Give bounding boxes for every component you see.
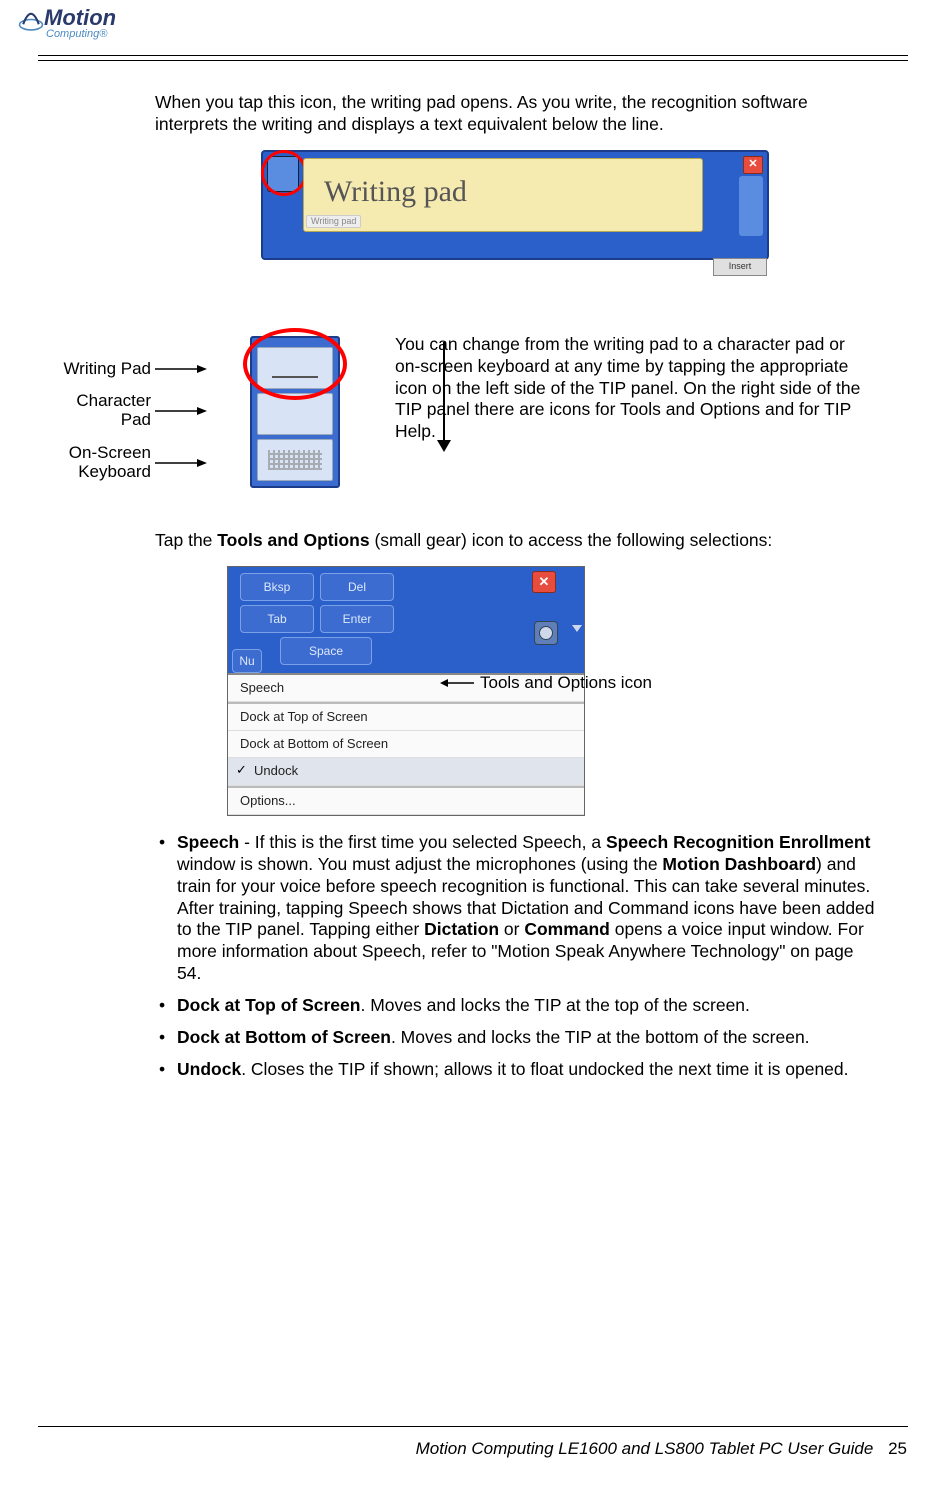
keyboard-mode-icon[interactable] — [257, 439, 333, 481]
footer-title: Motion Computing LE1600 and LS800 Tablet… — [416, 1439, 874, 1458]
highlight-circle — [261, 150, 307, 196]
highlight-circle-large — [243, 328, 347, 400]
arrow-right-icon — [155, 406, 207, 416]
menu-item-dock-top[interactable]: Dock at Top of Screen — [228, 704, 584, 731]
arrow-right-icon — [155, 364, 207, 374]
header-rule-thin — [38, 60, 908, 61]
key-bksp[interactable]: Bksp — [240, 573, 314, 601]
arrow-right-icon — [155, 458, 207, 468]
tools-options-term: Tools and Options — [217, 530, 369, 550]
tools-intro: Tap the Tools and Options (small gear) i… — [155, 530, 875, 552]
tip-writing-panel: Writing pad Writing pad ✕ Insert — [261, 150, 769, 260]
label-writing-pad: Writing Pad — [63, 360, 151, 379]
key-space[interactable]: Space — [280, 637, 372, 665]
tip-right-bar — [739, 176, 763, 236]
mode-description: You can change from the writing pad to a… — [395, 334, 865, 443]
brand-subtext: Computing® — [46, 28, 116, 42]
menu-item-dock-bottom[interactable]: Dock at Bottom of Screen — [228, 731, 584, 758]
writing-area: Writing pad Writing pad — [303, 158, 703, 232]
intro-paragraph: When you tap this icon, the writing pad … — [155, 92, 875, 136]
menu-item-options[interactable]: Options... — [228, 788, 584, 815]
arrow-left-icon — [440, 678, 474, 688]
insert-button[interactable]: Insert — [713, 258, 767, 276]
bullet-speech: • Speech - If this is the first time you… — [155, 832, 875, 985]
bullet-dock-top: • Dock at Top of Screen. Moves and locks… — [155, 995, 875, 1017]
dropdown-arrow-icon[interactable] — [572, 625, 582, 632]
close-icon[interactable]: ✕ — [532, 571, 556, 593]
close-icon[interactable]: ✕ — [743, 156, 763, 174]
tools-options-callout: Tools and Options icon — [440, 672, 652, 693]
key-enter[interactable]: Enter — [320, 605, 394, 633]
label-onscreen-keyboard: On-Screen Keyboard — [69, 444, 151, 481]
tools-options-menu: Speech Dock at Top of Screen Dock at Bot… — [228, 673, 584, 815]
mode-labels: Writing Pad Character Pad On-Screen Keyb… — [47, 360, 207, 495]
page-number: 25 — [888, 1439, 907, 1458]
brand-text: Motion — [44, 5, 116, 30]
menu-item-undock[interactable]: Undock — [228, 758, 584, 785]
brand-logo: Motion Computing® — [18, 4, 116, 42]
footer-rule — [38, 1426, 908, 1427]
handwriting-sample: Writing pad — [304, 159, 702, 211]
footer: Motion Computing LE1600 and LS800 Tablet… — [416, 1438, 907, 1459]
key-del[interactable]: Del — [320, 573, 394, 601]
bullet-undock: • Undock. Closes the TIP if shown; allow… — [155, 1059, 875, 1081]
key-nu[interactable]: Nu — [232, 649, 262, 673]
recognition-tag: Writing pad — [306, 215, 361, 228]
gear-icon[interactable] — [534, 621, 558, 645]
bullet-dock-bottom: • Dock at Bottom of Screen. Moves and lo… — [155, 1027, 875, 1049]
header-rule — [38, 55, 908, 56]
key-tab[interactable]: Tab — [240, 605, 314, 633]
bullet-list: • Speech - If this is the first time you… — [155, 832, 875, 1081]
label-character-pad: Character Pad — [47, 392, 151, 429]
